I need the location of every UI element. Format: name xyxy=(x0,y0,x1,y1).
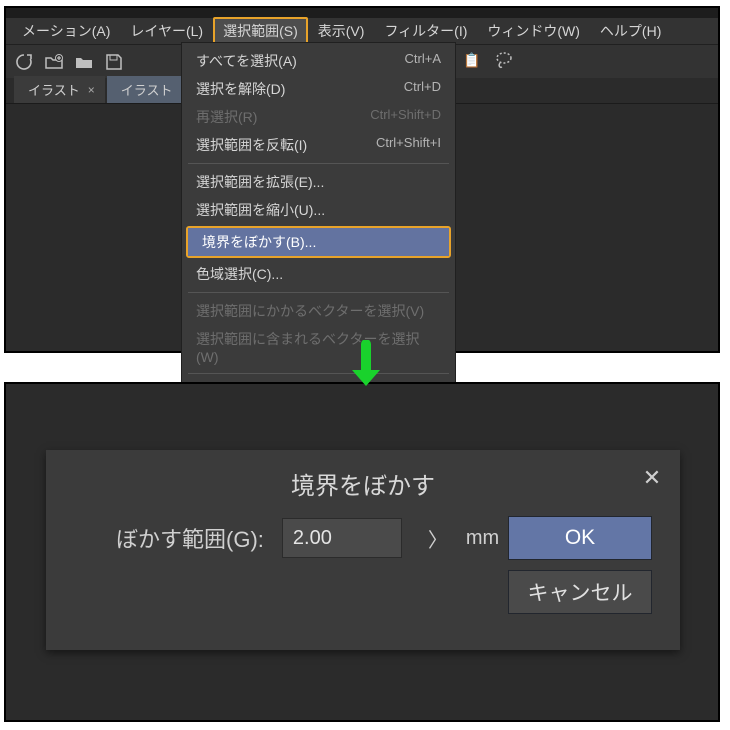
blur-range-label: ぼかす範囲(G): xyxy=(116,522,264,554)
selection-menu-dropdown: すべてを選択(A)Ctrl+A 選択を解除(D)Ctrl+D 再選択(R)Ctr… xyxy=(181,42,456,439)
close-icon[interactable]: ✕ xyxy=(638,464,666,492)
tab-label: イラスト xyxy=(28,80,80,99)
tab-illustration-1[interactable]: イラスト × xyxy=(14,76,105,103)
menu-deselect[interactable]: 選択を解除(D)Ctrl+D xyxy=(182,75,455,103)
refresh-icon[interactable] xyxy=(12,50,36,74)
menu-window[interactable]: ウィンドウ(W) xyxy=(477,17,590,45)
save-icon[interactable] xyxy=(102,50,126,74)
menu-shrink-selection[interactable]: 選択範囲を縮小(U)... xyxy=(182,196,455,224)
clipboard-icon[interactable]: 📋 xyxy=(460,48,484,72)
menu-select-vectors-contained: 選択範囲に含まれるベクターを選択(W) xyxy=(182,325,455,369)
unit-label: mm xyxy=(466,527,499,550)
menu-blur-border-highlight: 境界をぼかす(B)... xyxy=(186,226,451,258)
tab-illustration-2[interactable]: イラスト xyxy=(107,76,183,103)
menu-view[interactable]: 表示(V) xyxy=(308,17,375,45)
menu-reselect: 再選択(R)Ctrl+Shift+D xyxy=(182,103,455,131)
arrow-down-icon xyxy=(346,340,386,395)
menu-layer[interactable]: レイヤー(L) xyxy=(120,17,213,45)
lasso-icon[interactable] xyxy=(492,48,516,72)
menu-help[interactable]: ヘルプ(H) xyxy=(590,17,671,45)
close-icon[interactable]: × xyxy=(88,83,95,97)
ok-button[interactable]: OK xyxy=(508,516,652,560)
app-window-bottom: 境界をぼかす ✕ ぼかす範囲(G): 〉 mm OK キャンセル xyxy=(4,382,720,722)
app-window-top: メーション(A) レイヤー(L) 選択範囲(S) 表示(V) フィルター(I) … xyxy=(4,6,720,353)
menu-selection[interactable]: 選択範囲(S) xyxy=(213,17,308,45)
menu-select-vectors-touching: 選択範囲にかかるベクターを選択(V) xyxy=(182,297,455,325)
open-folder-icon[interactable] xyxy=(72,50,96,74)
menu-color-range[interactable]: 色域選択(C)... xyxy=(182,260,455,288)
menu-invert[interactable]: 選択範囲を反転(I)Ctrl+Shift+I xyxy=(182,131,455,159)
add-folder-icon[interactable] xyxy=(42,50,66,74)
menu-separator xyxy=(188,373,449,374)
blur-border-dialog: 境界をぼかす ✕ ぼかす範囲(G): 〉 mm OK キャンセル xyxy=(46,450,680,650)
menu-select-all[interactable]: すべてを選択(A)Ctrl+A xyxy=(182,47,455,75)
menu-animation[interactable]: メーション(A) xyxy=(12,17,120,45)
tab-label: イラスト xyxy=(121,80,173,99)
menu-filter[interactable]: フィルター(I) xyxy=(374,17,477,45)
menu-blur-border[interactable]: 境界をぼかす(B)... xyxy=(188,228,449,256)
dialog-title: 境界をぼかす xyxy=(46,450,680,501)
menu-separator xyxy=(188,292,449,293)
blur-range-input[interactable] xyxy=(282,518,402,558)
menubar: メーション(A) レイヤー(L) 選択範囲(S) 表示(V) フィルター(I) … xyxy=(6,18,718,44)
menu-separator xyxy=(188,163,449,164)
toolbar-right: 📋 xyxy=(460,48,516,72)
chevron-right-icon[interactable]: 〉 xyxy=(428,524,448,553)
menu-expand-selection[interactable]: 選択範囲を拡張(E)... xyxy=(182,168,455,196)
cancel-button[interactable]: キャンセル xyxy=(508,570,652,614)
